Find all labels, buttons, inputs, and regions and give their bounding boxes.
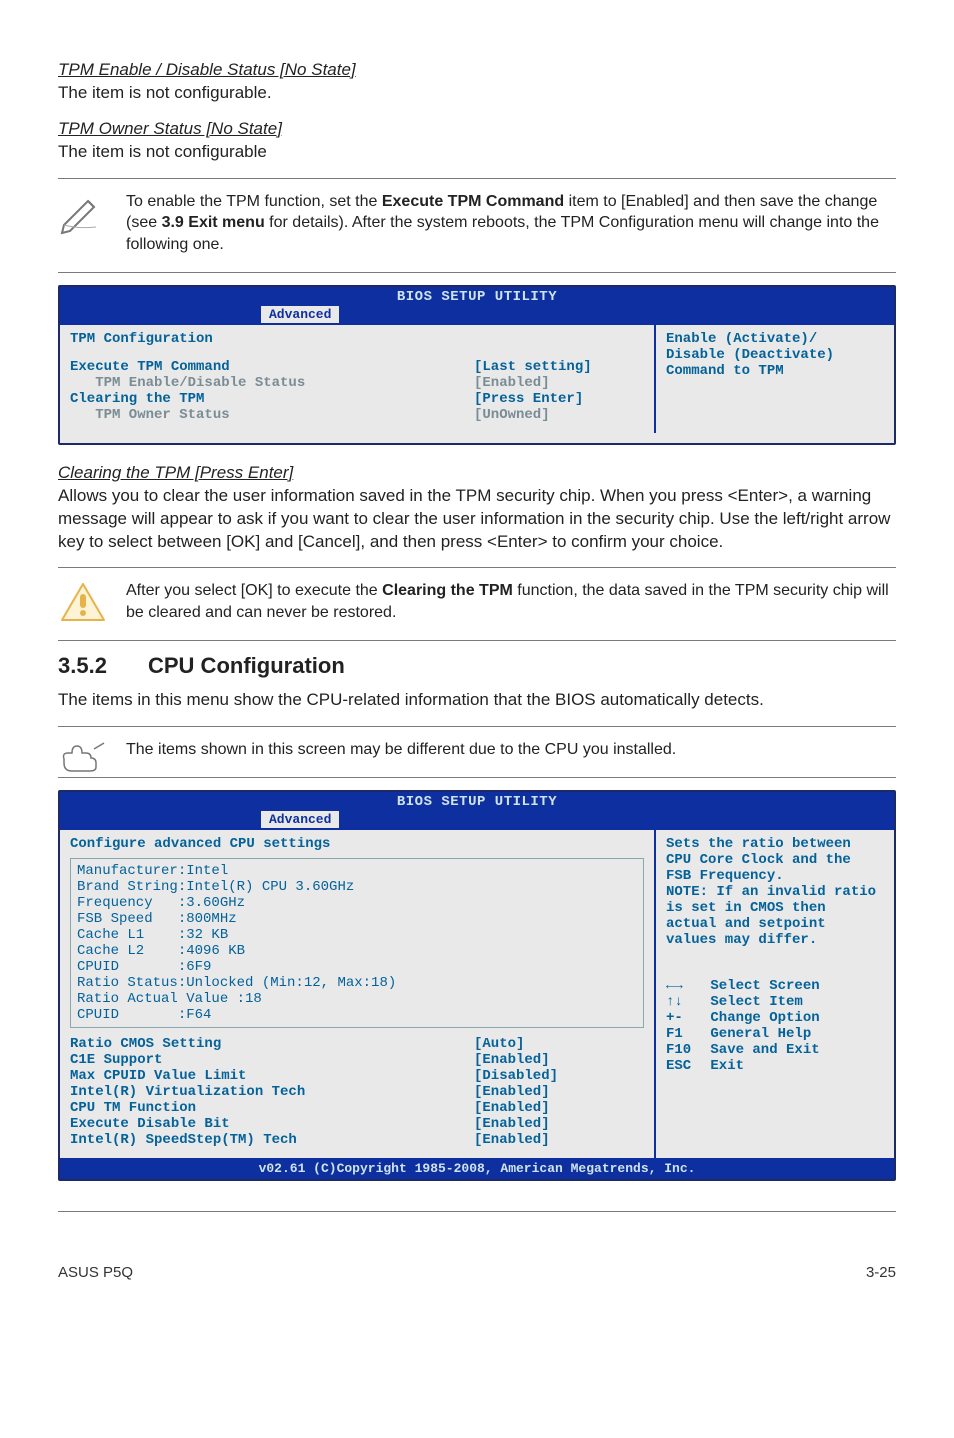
bios2-row-label: Ratio CMOS Setting xyxy=(70,1036,474,1052)
hand-pointer-icon xyxy=(58,739,112,773)
clearing-tpm-text: Allows you to clear the user information… xyxy=(58,485,896,554)
bios2-help-keys: ←→ Select Screen↑↓ Select Item+- Change … xyxy=(666,978,884,1074)
bios2-help-key: F1 xyxy=(666,1026,702,1042)
warn-bold: Clearing the TPM xyxy=(382,582,513,599)
page-footer: ASUS P5Q 3-25 xyxy=(58,1258,896,1281)
bios1-row-label: Execute TPM Command xyxy=(70,359,474,375)
bios2-help-key: F10 xyxy=(666,1042,702,1058)
bios1-tab-advanced: Advanced xyxy=(260,305,340,323)
bios2-tab-advanced: Advanced xyxy=(260,810,340,828)
bios2-row-value: [Auto] xyxy=(474,1036,644,1052)
bios2-row-value: [Enabled] xyxy=(474,1052,644,1068)
bios1-title: BIOS SETUP UTILITY xyxy=(60,287,894,305)
bios2-row-label: CPU TM Function xyxy=(70,1100,474,1116)
bios2-row: Ratio CMOS Setting[Auto] xyxy=(70,1036,644,1052)
bios2-help-key-row: ESC Exit xyxy=(666,1058,884,1074)
note1-bold1: Execute TPM Command xyxy=(382,193,564,210)
bios2-title: BIOS SETUP UTILITY xyxy=(60,792,894,810)
bios2-help-key-label: Change Option xyxy=(702,1010,820,1026)
bios2-row: CPU TM Function[Enabled] xyxy=(70,1100,644,1116)
footer-right: 3-25 xyxy=(866,1264,896,1281)
bios2-row-label: Intel(R) Virtualization Tech xyxy=(70,1084,474,1100)
bios-screenshot-cpu: BIOS SETUP UTILITY Advanced Configure ad… xyxy=(58,790,896,1181)
section-352-heading: 3.5.2CPU Configuration xyxy=(58,653,896,679)
warning-note: After you select [OK] to execute the Cle… xyxy=(58,580,896,624)
bios1-row-value: [Last setting] xyxy=(474,359,644,375)
warning-icon xyxy=(58,580,112,624)
clearing-tpm-heading: Clearing the TPM [Press Enter] xyxy=(58,463,896,483)
bios1-panel-title: TPM Configuration xyxy=(70,331,644,347)
bios2-row-value: [Enabled] xyxy=(474,1116,644,1132)
bios1-row: TPM Enable/Disable Status[Enabled] xyxy=(70,375,644,391)
bios2-help-key-row: F10 Save and Exit xyxy=(666,1042,884,1058)
bios2-row: Intel(R) Virtualization Tech[Enabled] xyxy=(70,1084,644,1100)
bios2-row: Intel(R) SpeedStep(TM) Tech[Enabled] xyxy=(70,1132,644,1148)
bios1-row: Execute TPM Command[Last setting] xyxy=(70,359,644,375)
bios1-row-label: Clearing the TPM xyxy=(70,391,474,407)
bios2-help-key-label: Select Item xyxy=(702,994,803,1010)
bios1-row-value: [Press Enter] xyxy=(474,391,644,407)
bios2-help-key-row: ←→ Select Screen xyxy=(666,978,884,994)
bios2-help-top: Sets the ratio between CPU Core Clock an… xyxy=(666,836,884,948)
bios2-row: Max CPUID Value Limit[Disabled] xyxy=(70,1068,644,1084)
note2-text: The items shown in this screen may be di… xyxy=(126,739,896,761)
bios1-help: Enable (Activate)/ Disable (Deactivate) … xyxy=(656,325,894,433)
bios1-row-value: [UnOwned] xyxy=(474,407,644,423)
bios2-row-value: [Disabled] xyxy=(474,1068,644,1084)
pencil-icon xyxy=(58,191,112,235)
bios2-help-key: ESC xyxy=(666,1058,702,1074)
note-enable-tpm: To enable the TPM function, set the Exec… xyxy=(58,191,896,256)
bios2-help-key-label: Save and Exit xyxy=(702,1042,820,1058)
bios2-help-key-label: General Help xyxy=(702,1026,811,1042)
bios2-row-value: [Enabled] xyxy=(474,1084,644,1100)
bios2-row-label: Max CPUID Value Limit xyxy=(70,1068,474,1084)
bios2-help-key-row: +- Change Option xyxy=(666,1010,884,1026)
bios2-help-key-label: Exit xyxy=(702,1058,744,1074)
note-cpu-items: The items shown in this screen may be di… xyxy=(58,739,896,773)
bios2-help-key: ←→ xyxy=(666,978,702,994)
bios2-row-label: Execute Disable Bit xyxy=(70,1116,474,1132)
bios2-row-value: [Enabled] xyxy=(474,1100,644,1116)
footer-left: ASUS P5Q xyxy=(58,1264,133,1281)
bios1-row-value: [Enabled] xyxy=(474,375,644,391)
bios1-row-label: TPM Owner Status xyxy=(70,407,474,423)
bios2-help-key: ↑↓ xyxy=(666,994,702,1010)
bios1-row-label: TPM Enable/Disable Status xyxy=(70,375,474,391)
bios-screenshot-tpm: BIOS SETUP UTILITY Advanced TPM Configur… xyxy=(58,285,896,445)
bios2-row-label: C1E Support xyxy=(70,1052,474,1068)
tpm-owner-text: The item is not configurable xyxy=(58,141,896,164)
note1-bold2: 3.9 Exit menu xyxy=(162,214,265,231)
section-352-title: CPU Configuration xyxy=(148,653,345,678)
bios2-help-key-row: ↑↓ Select Item xyxy=(666,994,884,1010)
bios1-row: Clearing the TPM[Press Enter] xyxy=(70,391,644,407)
bios1-row: TPM Owner Status[UnOwned] xyxy=(70,407,644,423)
bios2-help-key: +- xyxy=(666,1010,702,1026)
bios2-row: C1E Support[Enabled] xyxy=(70,1052,644,1068)
warn-before: After you select [OK] to execute the xyxy=(126,582,382,599)
bios2-panel-title: Configure advanced CPU settings xyxy=(70,836,644,852)
tpm-enable-disable-text: The item is not configurable. xyxy=(58,82,896,105)
bios2-help-key-label: Select Screen xyxy=(702,978,820,994)
bios2-row: Execute Disable Bit[Enabled] xyxy=(70,1116,644,1132)
tpm-enable-disable-heading: TPM Enable / Disable Status [No State] xyxy=(58,60,896,80)
section-352-num: 3.5.2 xyxy=(58,653,148,679)
tpm-owner-heading: TPM Owner Status [No State] xyxy=(58,119,896,139)
bios2-row-value: [Enabled] xyxy=(474,1132,644,1148)
bios2-footer: v02.61 (C)Copyright 1985-2008, American … xyxy=(60,1158,894,1179)
bios2-help-key-row: F1 General Help xyxy=(666,1026,884,1042)
bios2-info-block: Manufacturer:Intel Brand String:Intel(R)… xyxy=(70,858,644,1028)
note1-before: To enable the TPM function, set the xyxy=(126,193,382,210)
bios2-row-label: Intel(R) SpeedStep(TM) Tech xyxy=(70,1132,474,1148)
section-352-intro: The items in this menu show the CPU-rela… xyxy=(58,689,896,712)
